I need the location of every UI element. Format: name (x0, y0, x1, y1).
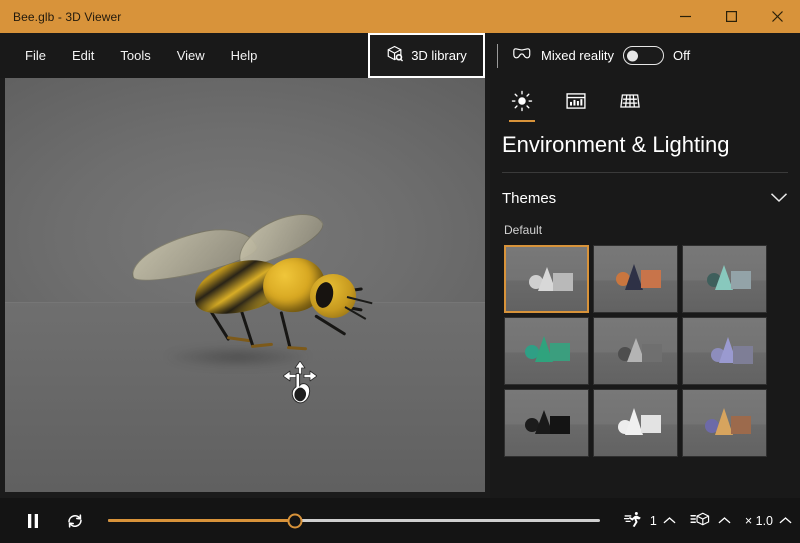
sun-icon (511, 90, 533, 117)
thumb-box (731, 271, 751, 289)
speed-value: × 1.0 (744, 513, 773, 528)
side-panel: Environment & Lighting Themes Default (490, 78, 800, 498)
thumb-box (733, 346, 753, 364)
themes-section-header[interactable]: Themes (502, 183, 788, 213)
thumb-box (642, 344, 662, 362)
theme-thumb-lavender[interactable] (682, 317, 767, 385)
menu-item-tools[interactable]: Tools (107, 42, 163, 69)
leg-3 (279, 311, 292, 349)
theme-thumb-night-dark[interactable] (504, 389, 589, 457)
thumb-box (641, 415, 661, 433)
animation-count: 1 (649, 513, 657, 528)
theme-thumb-cool-teal[interactable] (682, 245, 767, 313)
menu-item-help[interactable]: Help (218, 42, 271, 69)
chevron-down-icon[interactable] (770, 190, 788, 207)
leg-2 (239, 309, 255, 349)
timeline-track[interactable] (108, 513, 600, 528)
stats-panel-icon (565, 91, 587, 116)
bee-model[interactable] (115, 201, 373, 388)
thumb-box (550, 416, 570, 434)
panel-title: Environment & Lighting (502, 132, 730, 157)
toggle-knob (626, 50, 638, 61)
timeline-slider[interactable] (108, 498, 600, 543)
themes-label: Themes (502, 189, 557, 207)
playback-controls: 1 × 1.0 (623, 498, 792, 543)
tab-statistics[interactable] (556, 84, 596, 122)
pause-button[interactable] (12, 498, 54, 543)
theme-thumb-sunset-warm[interactable] (593, 245, 678, 313)
mixed-reality-toggle[interactable] (622, 46, 664, 65)
title-bar[interactable]: Bee.glb - 3D Viewer (0, 0, 800, 33)
tab-environment-lighting[interactable] (502, 84, 542, 122)
pan-cursor (282, 360, 318, 407)
tab-grid[interactable] (610, 84, 650, 122)
menu-item-view[interactable]: View (164, 42, 218, 69)
chevron-up-icon-animation[interactable] (663, 516, 676, 525)
timeline-thumb[interactable] (287, 513, 303, 528)
chevron-up-icon-speed[interactable] (779, 516, 792, 525)
menu-item-file[interactable]: File (12, 42, 59, 69)
3d-library-label: 3D library (411, 48, 467, 63)
panel-tab-strip (490, 78, 800, 122)
mixed-reality-state: Off (672, 48, 691, 63)
minimize-button[interactable] (662, 0, 708, 33)
panel-divider (502, 172, 788, 173)
close-button[interactable] (754, 0, 800, 33)
theme-thumb-studio-neutral[interactable] (504, 245, 589, 313)
mixed-reality-group: Mixed reality Off (512, 33, 690, 78)
thumb-box (641, 270, 661, 288)
themes-group-label: Default (504, 223, 543, 237)
speed-selector[interactable]: × 1.0 (745, 514, 792, 528)
timeline-fill (108, 519, 295, 522)
grid-icon (619, 91, 641, 116)
3d-library-button[interactable]: 3D library (368, 33, 485, 78)
theme-thumb-bright-white[interactable] (593, 389, 678, 457)
theme-thumb-amber-glow[interactable] (682, 389, 767, 457)
thumb-box (550, 343, 570, 361)
theme-thumbnail-grid (504, 245, 800, 457)
mixed-reality-icon (512, 45, 532, 66)
model-selector[interactable] (690, 510, 731, 531)
model-variant-icon (690, 510, 712, 531)
mixed-reality-label: Mixed reality (541, 48, 614, 63)
animation-run-icon (623, 510, 644, 531)
loop-button[interactable] (54, 498, 96, 543)
app-window: Bee.glb - 3D Viewer File Edit Tools View… (0, 0, 800, 543)
chevron-up-icon-model[interactable] (718, 516, 731, 525)
playback-bar: 1 × 1.0 (0, 498, 800, 543)
thumb-box (553, 273, 573, 291)
theme-thumb-emerald[interactable] (504, 317, 589, 385)
3d-viewport[interactable] (5, 78, 485, 492)
maximize-button[interactable] (708, 0, 754, 33)
animation-selector[interactable]: 1 (623, 510, 676, 531)
theme-thumb-soft-grey[interactable] (593, 317, 678, 385)
window-title: Bee.glb - 3D Viewer (13, 9, 122, 24)
toolbar-divider (497, 44, 498, 68)
cube-search-icon (386, 45, 404, 66)
menu-item-edit[interactable]: Edit (59, 42, 107, 69)
caption-buttons (662, 0, 800, 33)
thumb-box (731, 416, 751, 434)
